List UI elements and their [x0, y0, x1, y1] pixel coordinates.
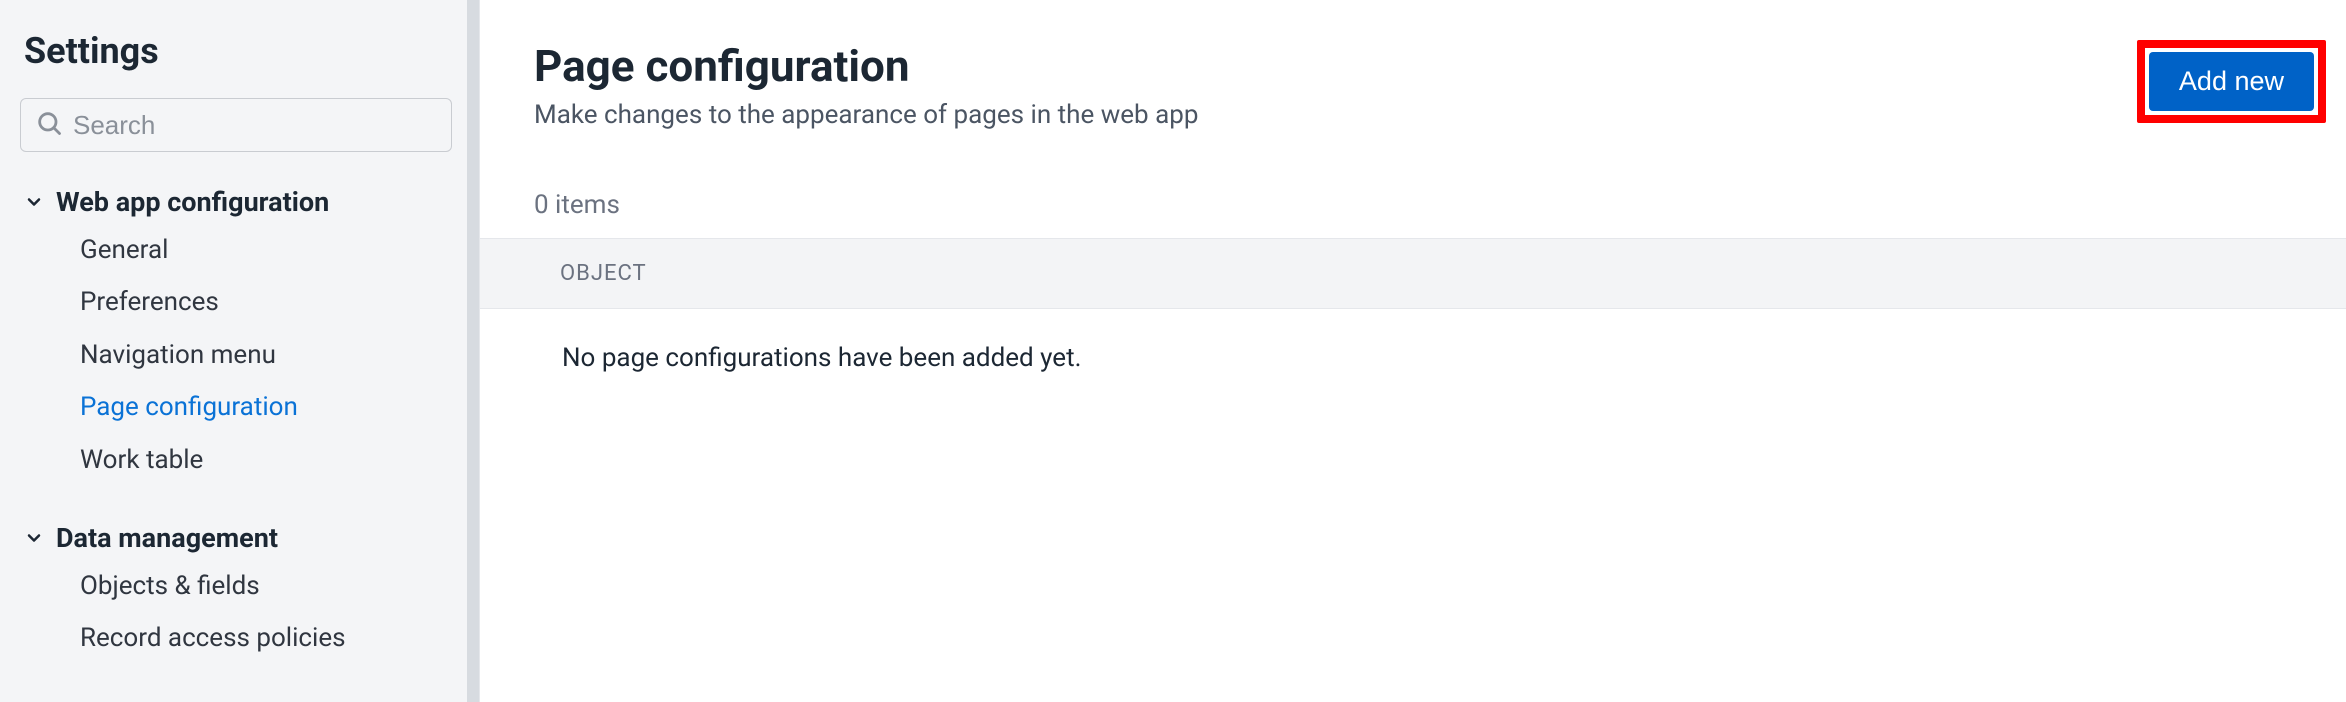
sidebar-item-objects-fields[interactable]: Objects & fields — [20, 560, 459, 612]
sidebar-scrollbar[interactable] — [467, 0, 479, 702]
item-count: 0 items — [534, 190, 2326, 220]
sidebar-item-navigation-menu[interactable]: Navigation menu — [20, 329, 459, 381]
nav-group-header-webapp[interactable]: Web app configuration — [20, 180, 459, 224]
nav-group-data: Data management Objects & fields Record … — [20, 516, 459, 665]
search-field[interactable] — [20, 98, 452, 152]
chevron-down-icon — [22, 192, 46, 212]
sidebar-title: Settings — [20, 30, 459, 72]
nav-group-label: Data management — [56, 522, 278, 554]
empty-state-message: No page configurations have been added y… — [534, 309, 2326, 373]
add-new-highlight: Add new — [2137, 40, 2326, 123]
sidebar-item-page-configuration[interactable]: Page configuration — [20, 381, 459, 433]
sidebar-item-preferences[interactable]: Preferences — [20, 276, 459, 328]
page-title: Page configuration — [534, 40, 1198, 92]
sidebar-item-record-access-policies[interactable]: Record access policies — [20, 612, 459, 664]
nav-group-header-data[interactable]: Data management — [20, 516, 459, 560]
nav-group-label: Web app configuration — [56, 186, 329, 218]
settings-sidebar: Settings Web app configuration General P… — [0, 0, 480, 702]
add-new-button[interactable]: Add new — [2149, 52, 2314, 111]
main-content: Page configuration Make changes to the a… — [480, 0, 2346, 702]
table-header-object: OBJECT — [480, 238, 2346, 309]
sidebar-item-general[interactable]: General — [20, 224, 459, 276]
sidebar-item-work-table[interactable]: Work table — [20, 434, 459, 486]
search-input[interactable] — [73, 110, 437, 141]
page-subtitle: Make changes to the appearance of pages … — [534, 100, 1198, 130]
nav-group-webapp: Web app configuration General Preference… — [20, 180, 459, 486]
search-icon — [35, 109, 63, 141]
chevron-down-icon — [22, 528, 46, 548]
page-header: Page configuration Make changes to the a… — [534, 40, 2326, 130]
